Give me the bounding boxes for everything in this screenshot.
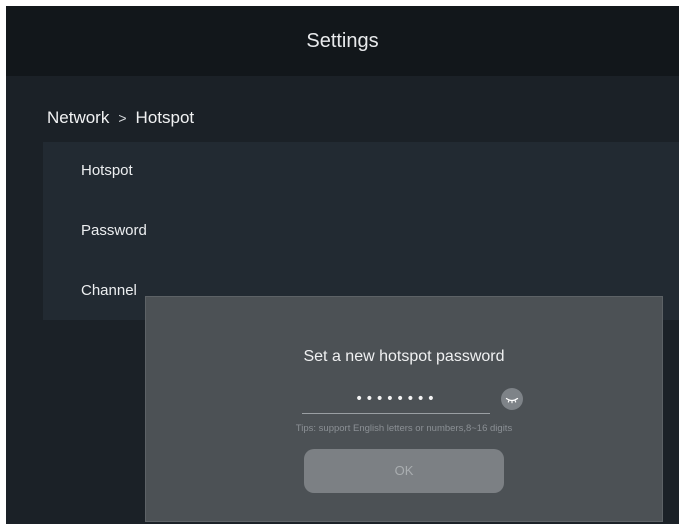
password-visibility-toggle[interactable] [501, 388, 523, 410]
password-dialog: Set a new hotspot password Tips: support… [145, 296, 663, 522]
settings-item-label: Hotspot [81, 162, 133, 179]
settings-item-hotspot[interactable]: Hotspot [43, 142, 679, 200]
settings-item-label: Password [81, 222, 147, 239]
breadcrumb-hotspot: Hotspot [135, 108, 195, 127]
settings-list: Hotspot Password Channel [43, 142, 679, 320]
settings-screen: Settings Network > Hotspot Hotspot Passwor… [6, 6, 679, 524]
page-title: Settings [306, 30, 379, 52]
settings-item-label: Channel [81, 282, 137, 299]
breadcrumb: Network > Hotspot [47, 107, 194, 129]
ok-button[interactable]: OK [304, 449, 504, 493]
password-tips: Tips: support English letters or numbers… [295, 423, 513, 434]
settings-item-password[interactable]: Password [43, 202, 679, 260]
breadcrumb-separator: > [118, 110, 127, 126]
eye-closed-icon [505, 397, 519, 404]
header-bar: Settings [6, 6, 679, 76]
password-input[interactable] [302, 384, 490, 414]
dialog-title: Set a new hotspot password [303, 348, 505, 365]
breadcrumb-network[interactable]: Network [47, 108, 109, 127]
